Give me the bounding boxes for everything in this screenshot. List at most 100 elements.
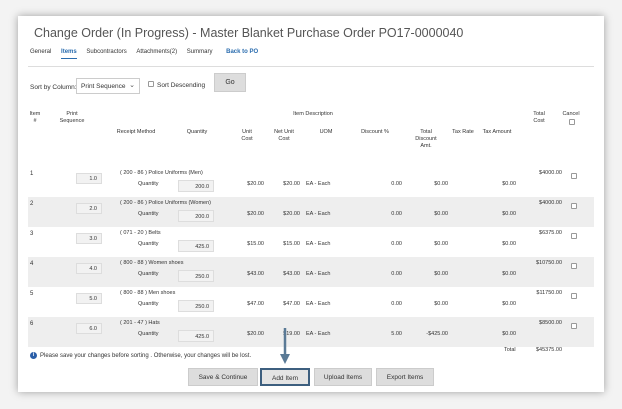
total-cost: $10750.00 — [536, 260, 562, 266]
quantity-input[interactable]: 425.0 — [178, 330, 214, 342]
unit-cost: $20.00 — [247, 211, 264, 217]
header-item-description: Item Description — [293, 111, 333, 117]
items-table: Item # Print Sequence Item Description T… — [28, 109, 594, 354]
header-total-cost: Total Cost — [533, 111, 545, 124]
cancel-checkbox[interactable] — [571, 233, 577, 239]
sort-descending-label: Sort Descending — [157, 82, 206, 89]
uom: EA - Each — [306, 241, 331, 247]
export-items-button[interactable]: Export Items — [376, 368, 434, 386]
tab-attachments[interactable]: Attachments(2) — [136, 49, 177, 58]
total-discount: $0.00 — [434, 271, 448, 277]
add-item-button[interactable]: Add Item — [260, 368, 310, 386]
uom: EA - Each — [306, 181, 331, 187]
total-cost: $4000.00 — [539, 200, 562, 206]
discount-pct: 0.00 — [391, 241, 402, 247]
discount-pct: 5.00 — [391, 331, 402, 337]
item-description: ( 200 - 86 ) Police Uniforms (Men) — [120, 170, 203, 176]
quantity-input[interactable]: 200.0 — [178, 210, 214, 222]
table-row: 3 3.0 ( 071 - 20 ) Belts Quantity 425.0 … — [28, 227, 594, 257]
total-cost: $8500.00 — [539, 320, 562, 326]
tab-subcontractors[interactable]: Subcontractors — [86, 49, 126, 58]
item-number: 4 — [30, 261, 34, 267]
notice-text: Please save your changes before sorting … — [40, 353, 252, 360]
item-number: 2 — [30, 201, 34, 207]
sort-column-select[interactable]: Print Sequence ⌄ — [76, 78, 140, 94]
uom: EA - Each — [306, 331, 331, 337]
save-continue-button[interactable]: Save & Continue — [188, 368, 258, 386]
net-unit-cost: $43.00 — [283, 271, 300, 277]
print-sequence-input[interactable]: 1.0 — [76, 173, 102, 184]
print-sequence-input[interactable]: 4.0 — [76, 263, 102, 274]
cancel-checkbox[interactable] — [571, 293, 577, 299]
tab-bar: General Items Subcontractors Attachments… — [30, 49, 266, 63]
discount-pct: 0.00 — [391, 181, 402, 187]
back-to-po-link[interactable]: Back to PO — [226, 49, 258, 58]
sort-descending-checkbox[interactable] — [148, 81, 154, 87]
go-button[interactable]: Go — [214, 73, 246, 92]
cancel-checkbox[interactable] — [571, 323, 577, 329]
tax-amount: $0.00 — [502, 301, 516, 307]
cancel-checkbox[interactable] — [571, 263, 577, 269]
unit-cost: $15.00 — [247, 241, 264, 247]
total-discount: $0.00 — [434, 301, 448, 307]
header-item-num: Item # — [29, 111, 41, 124]
discount-pct: 0.00 — [391, 301, 402, 307]
table-row: 1 1.0 ( 200 - 86 ) Police Uniforms (Men)… — [28, 167, 594, 197]
table-row: 6 6.0 ( 201 - 47 ) Hats Quantity 425.0 $… — [28, 317, 594, 347]
total-cost: $6375.00 — [539, 230, 562, 236]
total-discount: -$425.00 — [426, 331, 448, 337]
header-total-discount: Total Discount Amt. — [415, 129, 437, 149]
header-tax-rate: Tax Rate — [452, 129, 474, 135]
header-unit-cost: Unit Cost — [241, 129, 253, 142]
quantity-input[interactable]: 425.0 — [178, 240, 214, 252]
sort-notice: i Please save your changes before sorting… — [30, 352, 251, 359]
net-unit-cost: $20.00 — [283, 181, 300, 187]
header-discount-pct: Discount % — [361, 129, 389, 135]
tax-amount: $0.00 — [502, 331, 516, 337]
upload-items-button[interactable]: Upload Items — [314, 368, 372, 386]
table-row: 4 4.0 ( 800 - 88 ) Women shoes Quantity … — [28, 257, 594, 287]
table-row: 5 5.0 ( 800 - 88 ) Men shoes Quantity 25… — [28, 287, 594, 317]
tax-amount: $0.00 — [502, 241, 516, 247]
header-net-unit-cost: Net Unit Cost — [274, 129, 294, 142]
total-cost: $11750.00 — [536, 290, 562, 296]
print-sequence-input[interactable]: 2.0 — [76, 203, 102, 214]
page-title: Change Order (In Progress) - Master Blan… — [34, 26, 464, 40]
print-sequence-input[interactable]: 6.0 — [76, 323, 102, 334]
tax-amount: $0.00 — [502, 211, 516, 217]
quantity-label: Quantity — [138, 271, 159, 277]
item-description: ( 800 - 88 ) Men shoes — [120, 290, 176, 296]
header-quantity: Quantity — [186, 129, 208, 135]
tab-divider — [28, 66, 594, 67]
unit-cost: $47.00 — [247, 301, 264, 307]
header-print-sequence: Print Sequence — [59, 111, 85, 124]
item-description: ( 800 - 88 ) Women shoes — [120, 260, 184, 266]
quantity-input[interactable]: 250.0 — [178, 270, 214, 282]
net-unit-cost: $20.00 — [283, 211, 300, 217]
tab-summary[interactable]: Summary — [187, 49, 213, 58]
info-icon: i — [30, 352, 37, 359]
header-receipt-method: Receipt Method — [116, 129, 156, 135]
item-description: ( 201 - 47 ) Hats — [120, 320, 160, 326]
quantity-input[interactable]: 200.0 — [178, 180, 214, 192]
cancel-all-checkbox[interactable] — [569, 119, 575, 125]
unit-cost: $20.00 — [247, 181, 264, 187]
unit-cost: $43.00 — [247, 271, 264, 277]
print-sequence-input[interactable]: 5.0 — [76, 293, 102, 304]
discount-pct: 0.00 — [391, 271, 402, 277]
sort-label: Sort by Column: — [30, 84, 77, 91]
cancel-checkbox[interactable] — [571, 203, 577, 209]
table-row: 2 2.0 ( 200 - 86 ) Police Uniforms (Wome… — [28, 197, 594, 227]
quantity-label: Quantity — [138, 331, 159, 337]
uom: EA - Each — [306, 211, 331, 217]
print-sequence-input[interactable]: 3.0 — [76, 233, 102, 244]
quantity-label: Quantity — [138, 301, 159, 307]
tab-general[interactable]: General — [30, 49, 51, 58]
total-discount: $0.00 — [434, 181, 448, 187]
quantity-input[interactable]: 250.0 — [178, 300, 214, 312]
total-discount: $0.00 — [434, 211, 448, 217]
total-cost: $4000.00 — [539, 170, 562, 176]
total-discount: $0.00 — [434, 241, 448, 247]
cancel-checkbox[interactable] — [571, 173, 577, 179]
tab-items[interactable]: Items — [61, 49, 77, 59]
